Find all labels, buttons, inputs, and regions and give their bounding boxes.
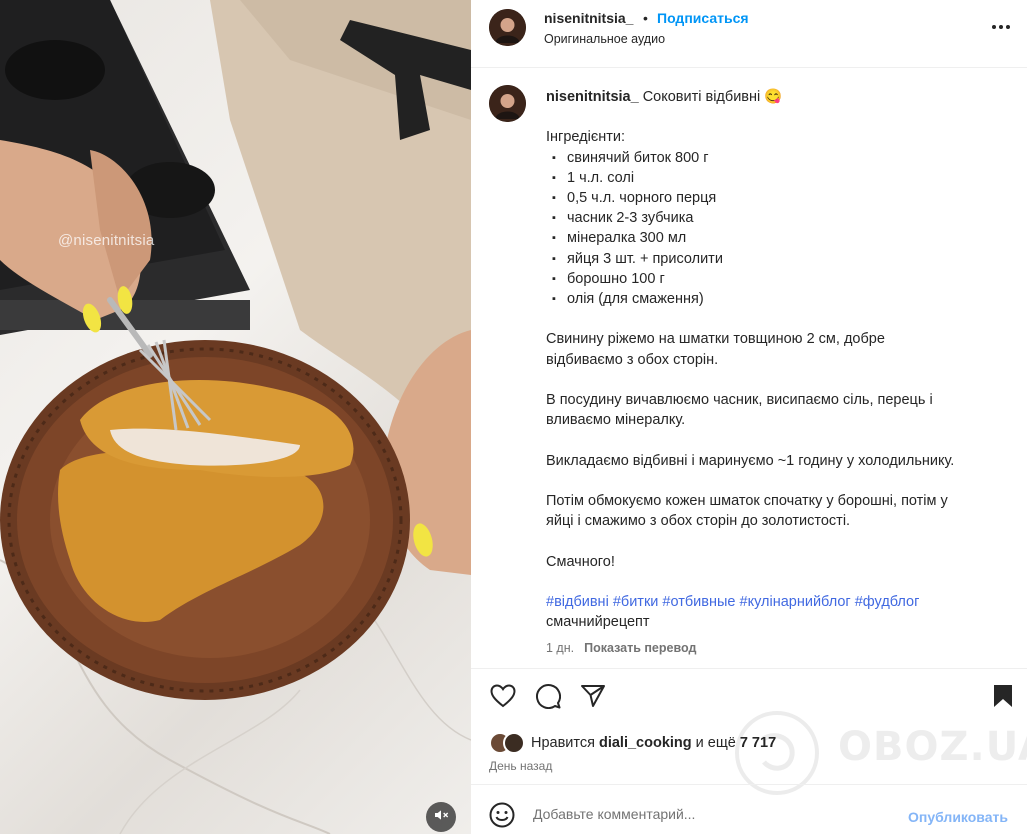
bullet: ▪ [552, 171, 556, 184]
emoji-button[interactable] [489, 802, 517, 830]
comment-button[interactable] [534, 683, 562, 714]
author-username[interactable]: nisenitnitsia_ [544, 10, 633, 26]
step-text: Потім обмокуємо кожен шматок спочатку у … [546, 492, 948, 509]
step-text: Викладаємо відбивні і маринуємо ~1 годин… [546, 452, 955, 469]
liked-by-username[interactable]: diali_cooking [599, 735, 692, 751]
bullet: ▪ [552, 272, 556, 285]
hashtag-link[interactable]: #фудблог [855, 594, 920, 610]
separator-dot: • [643, 10, 648, 26]
list-item: ▪ 0,5 ч.л. чорного перця [546, 188, 1006, 208]
closing-text: Смачного! [546, 553, 615, 570]
hashtag-link[interactable]: #битки [613, 594, 659, 610]
comment-icon [535, 683, 561, 714]
bullet: ▪ [552, 252, 556, 265]
more-options-button[interactable] [989, 14, 1013, 38]
more-horizontal-icon [991, 17, 1011, 35]
heart-icon [490, 683, 516, 713]
caption-age: 1 дн. [546, 641, 575, 655]
send-icon [580, 684, 606, 713]
bullet: ▪ [552, 212, 556, 225]
hashtag-tail: смачнийрецепт [546, 614, 650, 631]
action-bar: Нравится diali_cooking и ещё 7 717 День … [471, 668, 1027, 784]
avatar [503, 732, 525, 754]
hashtag-link[interactable]: #кулінарнийблог [740, 594, 851, 610]
follow-button[interactable]: Подписаться [657, 10, 749, 26]
list-item: ▪ свинячий биток 800 г [546, 148, 1006, 168]
post-header: nisenitnitsia_ • Подписаться Оригинально… [471, 0, 1027, 68]
hashtag-link[interactable]: #отбивные [662, 594, 735, 610]
comment-box: Опубликовать [471, 784, 1027, 834]
save-button[interactable] [989, 684, 1017, 712]
list-item: ▪ часник 2-3 зубчика [546, 208, 1006, 228]
step-text: В посудину вичавлюємо часник, висипаємо … [546, 392, 933, 408]
emoji-icon [489, 802, 515, 832]
like-button[interactable] [489, 683, 517, 713]
bullet: ▪ [552, 232, 556, 245]
bullet: ▪ [552, 151, 556, 164]
caption-username[interactable]: nisenitnitsia_ [546, 89, 639, 105]
list-item: ▪ 1 ч.л. солі [546, 168, 1006, 188]
step-text: Свинину ріжемо на шматки товщиною 2 см, … [546, 331, 885, 348]
post-media[interactable]: @nisenitnitsia [0, 0, 471, 834]
ingredients-heading: Інгредієнти: [546, 129, 625, 146]
likes-and: и ещё [695, 735, 736, 751]
publish-comment-button[interactable]: Опубликовать [908, 809, 1008, 825]
list-item: ▪ олія (для смаження) [546, 289, 1006, 309]
step-text: яйці і смажимо з обох сторін до золотист… [546, 513, 851, 530]
likes-prefix: Нравится [531, 735, 595, 751]
avatar[interactable] [489, 85, 526, 122]
likes-count[interactable]: 7 717 [740, 735, 776, 751]
speaker-muted-icon [433, 807, 449, 828]
comment-input[interactable] [533, 806, 893, 822]
avatar[interactable] [489, 9, 526, 46]
share-button[interactable] [579, 684, 607, 712]
caption-title: Соковиті відбивні 😋 [642, 89, 783, 105]
caption-title-line: nisenitnitsia_ Соковиті відбивні 😋 [546, 87, 1006, 107]
likes-summary[interactable]: Нравится diali_cooking и ещё 7 717 [489, 731, 776, 755]
caption: nisenitnitsia_ Соковиті відбивні 😋 Інгре… [471, 68, 1027, 668]
list-item: ▪ яйця 3 шт. + присолити [546, 249, 1006, 269]
bullet: ▪ [552, 293, 556, 306]
step-text: вливаємо мінералку. [546, 412, 686, 429]
post-panel: nisenitnitsia_ • Подписаться Оригинально… [471, 0, 1027, 834]
hashtags: #відбивні #битки #отбивные #кулінарнийбл… [546, 592, 1006, 612]
list-item: ▪ мінералка 300 мл [546, 228, 1006, 248]
audio-label[interactable]: Оригинальное аудио [544, 32, 665, 46]
translate-button[interactable]: Показать перевод [584, 641, 696, 655]
hashtag-link[interactable]: #відбивні [546, 594, 609, 610]
mute-button[interactable] [426, 802, 456, 832]
food-photo [0, 0, 471, 834]
bookmark-icon [992, 683, 1014, 714]
caption-meta: 1 дн. Показать перевод [546, 641, 696, 655]
list-item: ▪ борошно 100 г [546, 269, 1006, 289]
caption-body: nisenitnitsia_ Соковиті відбивні 😋 Інгре… [546, 87, 1006, 632]
step-text: відбиваємо з обох сторін. [546, 351, 719, 368]
video-watermark-handle: @nisenitnitsia [58, 232, 155, 249]
bullet: ▪ [552, 192, 556, 204]
post-time: День назад [489, 759, 553, 773]
